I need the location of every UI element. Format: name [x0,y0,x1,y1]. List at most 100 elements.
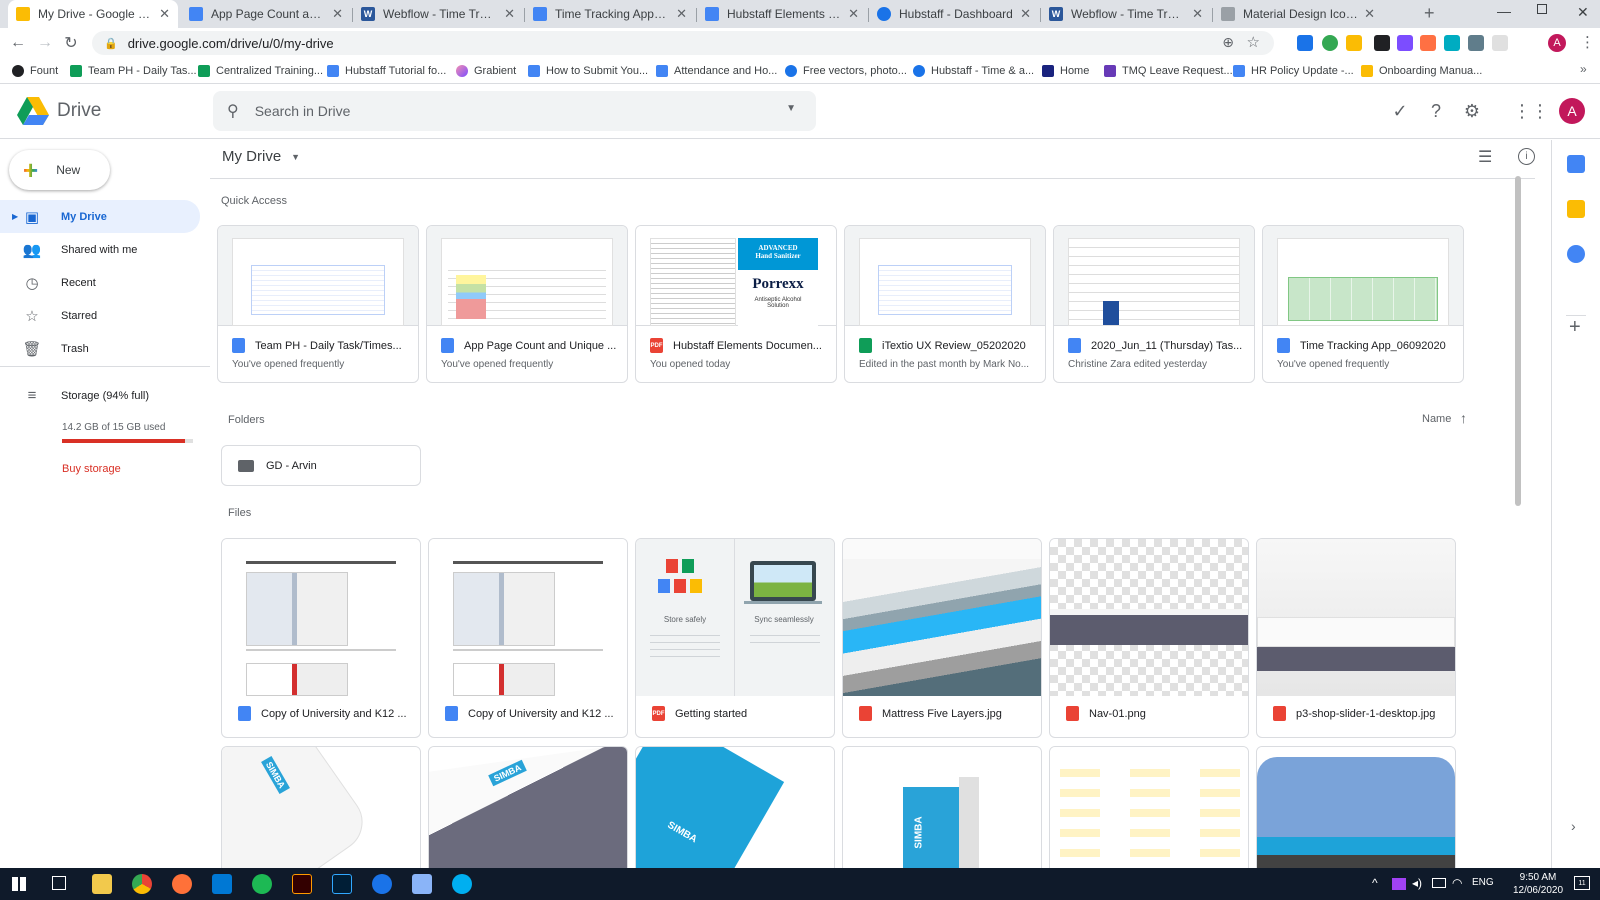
install-icon[interactable]: ⊕ [1222,34,1234,51]
notification-icon[interactable]: 11 [1574,876,1590,890]
bookmark-item[interactable]: Fount [12,63,58,79]
close-icon[interactable]: ✕ [848,6,859,22]
skype-icon[interactable] [452,874,472,894]
extension-blank-icon[interactable] [1492,35,1508,51]
close-icon[interactable]: ✕ [332,6,343,22]
wifi-icon[interactable]: ◠ [1452,876,1462,890]
extension-new-icon[interactable] [1297,35,1313,51]
file-card[interactable]: SIMBA [842,746,1042,868]
bookmark-item[interactable]: Hubstaff Tutorial fo... [327,63,446,79]
list-view-icon[interactable]: ☰ [1478,147,1492,167]
language-indicator[interactable]: ENG [1472,877,1494,888]
browser-tab[interactable]: My Drive - Google Drive ✕ [8,0,178,28]
calendar-icon[interactable] [1567,155,1585,173]
bookmark-item[interactable]: TMQ Leave Request... [1104,63,1233,79]
bookmark-item[interactable]: Attendance and Ho... [656,63,777,79]
search-icon[interactable]: ⚲ [227,101,239,121]
extension-orange-icon[interactable] [1420,35,1436,51]
bookmark-item[interactable]: Home [1042,63,1089,79]
file-card[interactable]: Copy of University and K12 ... [428,538,628,738]
drive-logo-icon[interactable] [17,97,49,128]
page-title[interactable]: My Drive ▼ [222,148,300,165]
add-addon-icon[interactable]: + [1569,316,1581,339]
close-icon[interactable]: ✕ [159,6,170,22]
extension-grid-icon[interactable] [1397,35,1413,51]
quick-access-card[interactable]: Team PH - Daily Task/Times... You've ope… [217,225,419,383]
menu-icon[interactable]: ⋮ [1580,33,1595,51]
close-icon[interactable]: ✕ [1364,6,1375,22]
apps-grid-icon[interactable]: ⋮⋮ [1513,100,1549,122]
sidebar-item-recent[interactable]: ◷ Recent [0,266,200,299]
sidebar-item-trash[interactable]: 🗑 Trash [0,332,200,365]
file-card[interactable]: Store safely Sync seamlessly PDF Getting … [635,538,835,738]
bookmark-star-icon[interactable]: ☆ [1247,33,1260,51]
search-bar[interactable]: ⚲ Search in Drive ▼ [213,91,816,131]
sort-direction-icon[interactable]: ↑ [1460,410,1467,426]
sidebar-item-shared[interactable]: 👥 Shared with me [0,233,200,266]
spotify-icon[interactable] [252,874,272,894]
file-card[interactable]: Copy of University and K12 ... [221,538,421,738]
close-icon[interactable]: ✕ [676,6,687,22]
tray-pen-icon[interactable] [1392,878,1406,890]
forward-icon[interactable]: → [35,33,55,53]
restore-icon[interactable] [1537,4,1547,14]
bookmark-item[interactable]: How to Submit You... [528,63,648,79]
bookmark-item[interactable]: Grabient [456,63,516,79]
keep-icon[interactable] [1567,200,1585,218]
help-icon[interactable]: ? [1425,100,1447,122]
close-icon[interactable]: ✕ [504,6,515,22]
back-icon[interactable]: ← [8,33,28,53]
hubstaff-icon[interactable] [372,874,392,894]
battery-icon[interactable] [1432,878,1446,888]
volume-icon[interactable]: ◂) [1412,876,1422,890]
new-tab-button[interactable]: + [1424,3,1435,24]
file-card[interactable]: Mattress Five Layers.jpg [842,538,1042,738]
file-explorer-icon[interactable] [92,874,112,894]
expand-icon[interactable]: ▶ [12,212,18,221]
close-icon[interactable]: ✕ [1192,6,1203,22]
reload-icon[interactable]: ↻ [61,33,81,53]
avatar[interactable]: A [1548,34,1566,52]
close-icon[interactable]: ✕ [1020,6,1031,22]
window-close-icon[interactable]: ✕ [1577,4,1589,21]
address-bar[interactable]: 🔒 drive.google.com/drive/u/0/my-drive ⊕ … [92,31,1274,55]
extension-b-icon[interactable] [1374,35,1390,51]
avatar[interactable]: A [1559,98,1585,124]
vscode-icon[interactable] [212,874,232,894]
bookmark-item[interactable]: Hubstaff - Time & a... [913,63,1034,79]
extension-cyan-icon[interactable] [1444,35,1460,51]
notes-icon[interactable] [412,874,432,894]
tasks-icon[interactable] [1567,245,1585,263]
browser-tab[interactable]: Hubstaff Elements Docume ✕ [697,0,867,28]
browser-tab[interactable]: Hubstaff - Dashboard ✕ [869,0,1039,28]
file-card[interactable] [1256,746,1456,868]
firefox-icon[interactable] [172,874,192,894]
collapse-panel-icon[interactable]: › [1571,818,1576,834]
info-icon[interactable]: i [1518,148,1535,165]
extension-f-icon[interactable] [1468,35,1484,51]
quick-access-card[interactable]: iTextio UX Review_05202020 Edited in the… [844,225,1046,383]
bookmark-item[interactable]: Onboarding Manua... [1361,63,1482,79]
bookmarks-more-icon[interactable]: » [1580,62,1587,76]
quick-access-card[interactable]: ADVANCED Hand Sanitizer Porrexx Antisept… [635,225,837,383]
file-card[interactable]: SIMBA [221,746,421,868]
minimize-icon[interactable]: — [1497,3,1511,19]
task-view-icon[interactable] [52,876,66,890]
clock[interactable]: 9:50 AM 12/06/2020 [1510,871,1566,897]
bookmark-item[interactable]: Free vectors, photo... [785,63,907,79]
sidebar-item-my-drive[interactable]: ▶ ▣ My Drive [0,200,200,233]
buy-storage-link[interactable]: Buy storage [62,463,121,475]
search-options-icon[interactable]: ▼ [786,103,796,114]
gear-icon[interactable]: ⚙ [1461,100,1483,122]
quick-access-card[interactable]: 2020_Jun_11 (Thursday) Tas... Christine … [1053,225,1255,383]
chrome-icon[interactable] [132,874,152,894]
bookmark-item[interactable]: Team PH - Daily Tas... [70,63,197,79]
browser-tab[interactable]: Time Tracking App_060920 ✕ [525,0,695,28]
browser-tab[interactable]: W Webflow - Time Tracker We ✕ [1041,0,1211,28]
bookmark-item[interactable]: HR Policy Update -... [1233,63,1354,79]
extension-chrome-icon[interactable] [1322,35,1338,51]
sort-button[interactable]: Name [1422,413,1451,425]
illustrator-icon[interactable] [292,874,312,894]
quick-access-card[interactable]: App Page Count and Unique ... You've ope… [426,225,628,383]
bookmark-item[interactable]: Centralized Training... [198,63,323,79]
